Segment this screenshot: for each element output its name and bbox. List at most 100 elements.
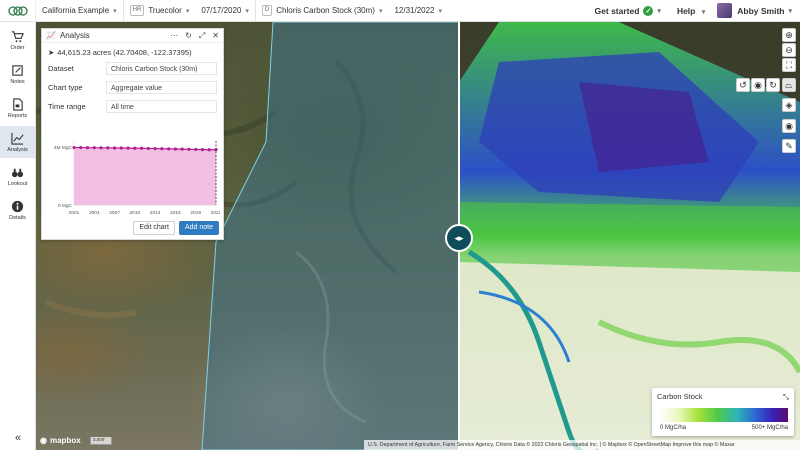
eye-icon[interactable]: ◉ [782, 119, 796, 133]
layer2-date: 12/31/2022 [394, 6, 435, 15]
analysis-panel: 📈 Analysis ⋯ ↻ ⤢ ✕ ➤ 44,615.23 acres (42… [41, 28, 224, 240]
x-tick-label: 2004 [89, 210, 100, 216]
data-point[interactable] [194, 147, 198, 152]
mapbox-logo[interactable]: ◉ mapbox [40, 436, 81, 445]
get-started-button[interactable]: Get started ✓ ▾ [587, 5, 669, 16]
time-range-row: Time range All time [48, 98, 217, 114]
data-point[interactable] [160, 147, 164, 151]
data-point[interactable] [79, 145, 83, 150]
top-bar: California Example ▾ HR Truecolor ▾ 07/1… [0, 0, 800, 22]
x-tick-label: 2022 [211, 210, 220, 216]
layer1-selector[interactable]: HR Truecolor ▾ [124, 0, 196, 22]
chevron-down-icon: ▾ [701, 8, 706, 16]
dataset-row: Dataset Chloris Carbon Stock (30m) [48, 60, 217, 76]
data-point[interactable] [200, 147, 205, 152]
app-logo-icon[interactable] [0, 0, 36, 22]
layers-icon[interactable]: ◈ [782, 98, 796, 112]
chevron-down-icon: ▾ [245, 7, 249, 15]
tilt-3d-icon[interactable]: ⏢ [782, 78, 796, 92]
user-name: Abby Smith [737, 5, 785, 16]
x-tick-label: 2016 [170, 210, 181, 216]
project-selector[interactable]: California Example ▾ [36, 0, 123, 22]
fit-bounds-icon[interactable]: ⛶ [782, 58, 796, 72]
chart-type-label: Chart type [48, 82, 83, 92]
time-range-label: Time range [48, 101, 86, 111]
layer1-date: 07/17/2020 [201, 6, 242, 15]
sidebar-item-reports[interactable]: Reports [0, 92, 35, 124]
data-point[interactable] [99, 146, 103, 150]
sidebar-item-notes[interactable]: Notes [0, 58, 35, 90]
data-point[interactable] [133, 146, 137, 150]
refresh-icon[interactable]: ↻ [185, 31, 192, 40]
collapse-sidebar-button[interactable]: « [0, 432, 36, 444]
cart-icon [11, 30, 24, 42]
add-note-button[interactable]: Add note [178, 221, 219, 235]
data-point[interactable] [180, 147, 184, 151]
data-point[interactable] [146, 146, 150, 151]
ruler-icon[interactable]: ✎ [782, 139, 796, 153]
collapse-legend-icon[interactable]: ⤡ [783, 392, 789, 402]
data-point[interactable] [92, 146, 96, 150]
data-point[interactable] [72, 145, 76, 150]
layer2-selector[interactable]: D Chloris Carbon Stock (30m) ▾ [256, 0, 389, 22]
zoom-in-icon[interactable]: ⊕ [782, 28, 796, 42]
aoi-acres: 44,615.23 acres (42.70408, -122.37395) [57, 48, 192, 57]
reset-view-icon[interactable]: ◉ [751, 78, 765, 92]
carbon-stock-chart[interactable]: 0 MgC 4M MgC 2001 2004 2007 2010 2013 2016 2019 2… [48, 135, 222, 221]
data-point[interactable] [106, 146, 110, 150]
swipe-handle-icon[interactable]: ◂▸ [445, 224, 473, 252]
more-options-icon[interactable]: ⋯ [170, 31, 178, 40]
help-menu[interactable]: Help ▾ [669, 6, 713, 16]
data-point[interactable] [112, 146, 117, 150]
legend-title: Carbon Stock [657, 392, 703, 401]
data-point[interactable] [173, 147, 178, 151]
scale-bar: 3,000' [90, 437, 112, 445]
expand-icon[interactable]: ⤢ [199, 31, 205, 41]
binoculars-icon [11, 168, 24, 177]
time-range-select[interactable]: All time [106, 99, 217, 113]
sidebar-item-analysis[interactable]: Analysis [0, 126, 35, 158]
mapbox-logo-icon: ◉ [40, 436, 47, 445]
info-icon [11, 200, 24, 212]
sidebar-item-lookout[interactable]: Lookout [0, 160, 35, 192]
zoom-out-icon[interactable]: ⊖ [782, 43, 796, 57]
close-icon[interactable]: ✕ [212, 31, 219, 40]
user-menu[interactable]: Abby Smith ▾ [713, 3, 800, 18]
edit-chart-button[interactable]: Edit chart [133, 221, 175, 235]
report-icon [13, 97, 23, 111]
x-tick-label: 2010 [130, 210, 141, 216]
check-icon: ✓ [643, 5, 654, 16]
dataset-label: Dataset [48, 63, 74, 73]
dataset-select[interactable]: Chloris Carbon Stock (30m) [106, 61, 217, 75]
chevron-down-icon: ▾ [657, 7, 661, 15]
map-attribution[interactable]: U.S. Department of Agriculture, Farm Ser… [364, 440, 800, 450]
rotate-right-icon[interactable]: ↻ [766, 78, 780, 92]
layer1-date-selector[interactable]: 07/17/2020 ▾ [195, 0, 255, 22]
note-icon [12, 64, 23, 76]
sidebar-item-label: Analysis [7, 146, 28, 153]
sidebar: Order Notes Reports Analysis Lookout Det… [0, 22, 36, 450]
legend-max-label: 500+ MgC/ha [751, 425, 788, 431]
layer2-name: Chloris Carbon Stock (30m) [276, 6, 375, 15]
data-point[interactable] [153, 146, 157, 151]
data-point[interactable] [140, 146, 144, 150]
layer2-date-selector[interactable]: 12/31/2022 ▾ [388, 0, 448, 22]
chart-type-row: Chart type Aggregate value [48, 79, 217, 95]
sidebar-item-details[interactable]: Details [0, 194, 35, 226]
data-point[interactable] [187, 147, 191, 151]
data-point[interactable] [119, 146, 123, 150]
sidebar-item-label: Lookout [7, 180, 28, 187]
chart-type-select[interactable]: Aggregate value [106, 80, 217, 94]
sidebar-item-label: Reports [7, 112, 28, 119]
chevron-down-icon: ▾ [438, 7, 443, 15]
data-point[interactable] [126, 146, 130, 150]
data-point[interactable] [85, 146, 90, 150]
rotate-left-icon[interactable]: ↺ [736, 78, 750, 92]
location-arrow-icon: ➤ [48, 48, 55, 57]
chevron-down-icon: ▾ [378, 7, 383, 15]
data-point[interactable] [207, 148, 211, 152]
mapbox-label: mapbox [49, 436, 81, 445]
data-point[interactable] [167, 147, 171, 151]
sidebar-item-order[interactable]: Order [0, 24, 35, 56]
x-tick-label: 2007 [109, 210, 120, 216]
